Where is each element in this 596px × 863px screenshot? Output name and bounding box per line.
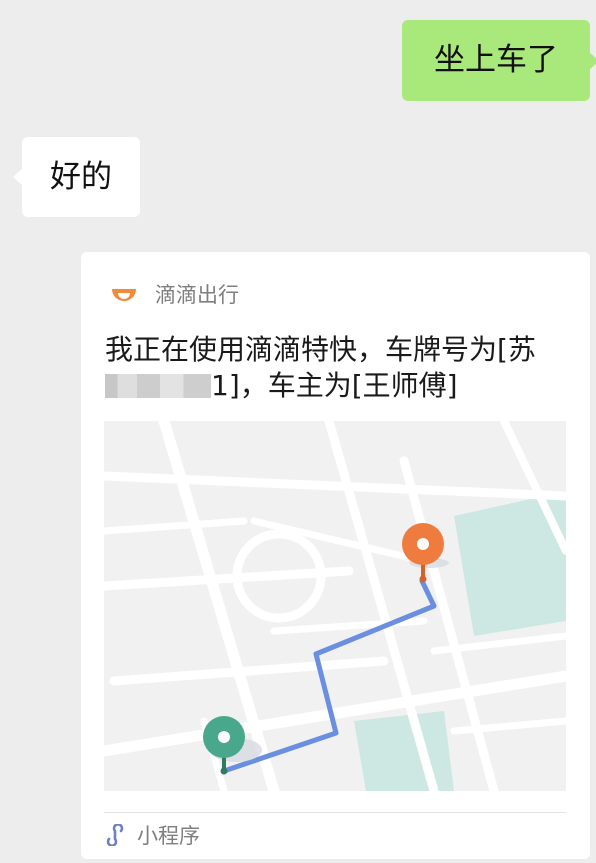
mini-program-label: 小程序	[137, 824, 200, 848]
mini-program-icon	[105, 823, 127, 847]
card-header: 滴滴出行	[109, 280, 239, 308]
incoming-message-text: 好的	[50, 158, 112, 195]
share-text-part1: 我正在使用滴滴特快，车牌号为[苏	[105, 333, 536, 366]
share-text-part2: 1]，车主为[王师傅]	[211, 369, 458, 402]
share-message-text: 我正在使用滴滴特快，车牌号为[苏1]，车主为[王师傅]	[105, 332, 567, 404]
outgoing-message-text: 坐上车了	[434, 42, 558, 78]
license-plate-mask	[105, 374, 211, 398]
card-footer: 小程序	[105, 821, 200, 849]
incoming-message-bubble[interactable]: 好的	[13, 137, 140, 217]
mini-program-card[interactable]: 滴滴出行 我正在使用滴滴特快，车牌号为[苏1]，车主为[王师傅] 小程序	[81, 252, 590, 859]
park-area-bottom	[354, 711, 454, 791]
outgoing-message-bubble[interactable]: 坐上车了	[402, 20, 596, 101]
didi-logo-icon	[109, 280, 139, 308]
card-divider	[104, 812, 566, 813]
app-name: 滴滴出行	[155, 283, 239, 307]
route-map	[104, 421, 566, 791]
